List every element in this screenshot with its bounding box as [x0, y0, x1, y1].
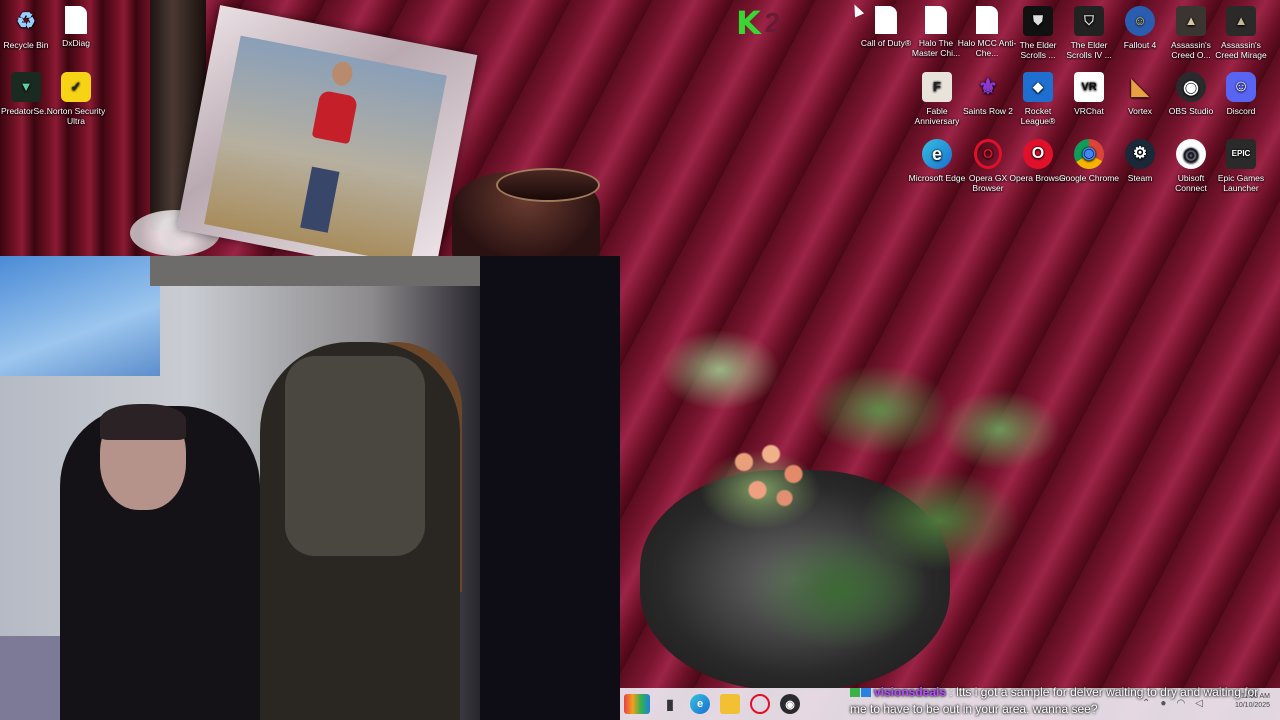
edge-icon: e: [922, 139, 952, 169]
logo-two: 2: [764, 7, 781, 38]
opera-icon[interactable]: [750, 694, 770, 714]
recycle-bin-icon: ♻: [16, 8, 36, 33]
norton-icon: ✓: [61, 72, 91, 102]
wallpaper-photo-frame: [176, 5, 478, 279]
rocket-league-icon: ◆: [1023, 72, 1053, 102]
discord-icon: ☺: [1226, 72, 1256, 102]
saints-row-icon: ⚜: [978, 74, 998, 99]
wallpaper-flowers: [726, 430, 816, 510]
desktop-icon-norton[interactable]: ✓ Norton Security Ultra: [46, 72, 106, 126]
opera-gx-icon: O: [974, 139, 1002, 169]
document-icon: [875, 6, 897, 34]
chrome-icon: ◉: [1074, 139, 1104, 169]
steam-icon: ⚙: [1125, 139, 1155, 169]
vrchat-icon: VR: [1074, 72, 1104, 102]
assassins-creed-icon: ▲: [1226, 6, 1256, 36]
logo-k: K: [736, 4, 761, 42]
desktop-icon-dxdiag[interactable]: DxDiag: [46, 6, 106, 48]
webcam-overlay: [0, 256, 620, 720]
desktop-icon-ac-mirage[interactable]: ▲ Assassin's Creed Mirage: [1211, 6, 1271, 60]
document-icon: [976, 6, 998, 34]
desktop-icon-epic-games[interactable]: EPIC Epic Games Launcher: [1211, 139, 1271, 193]
vortex-icon: ◣: [1131, 74, 1149, 99]
document-icon: [925, 6, 947, 34]
assassins-creed-icon: ▲: [1176, 6, 1206, 36]
chat-badge-icon: [861, 688, 871, 698]
elder-scrolls-iv-icon: ⛉: [1074, 6, 1104, 36]
predator-sense-icon: ▼: [11, 72, 41, 102]
stream-chat-message: visionsdeals : ltts i got a sample for d…: [850, 684, 1270, 718]
ubisoft-icon: ◎: [1176, 139, 1206, 169]
chat-badge-icon: [850, 688, 860, 698]
chat-username: visionsdeals: [874, 685, 947, 699]
edge-icon[interactable]: e: [690, 694, 710, 714]
file-explorer-icon[interactable]: [720, 694, 740, 714]
document-icon: [65, 6, 87, 34]
fallout-icon: ☺: [1125, 6, 1155, 36]
opera-icon: O: [1023, 139, 1053, 169]
wallpaper-plant: [640, 190, 1070, 660]
fable-icon: F: [922, 72, 952, 102]
wallpaper-urn-cap: [496, 168, 600, 202]
stream-overlay-logo: K 2: [736, 6, 794, 40]
obs-icon[interactable]: ◉: [780, 694, 800, 714]
obs-icon: ◉: [1176, 72, 1206, 102]
elder-scrolls-icon: ⛊: [1023, 6, 1053, 36]
epic-games-icon: EPIC: [1226, 139, 1256, 169]
desktop-icon-discord[interactable]: ☺ Discord: [1211, 72, 1271, 116]
widgets-icon[interactable]: [624, 694, 650, 714]
task-view-icon[interactable]: ▮: [660, 694, 680, 714]
chat-separator: :: [946, 685, 957, 699]
